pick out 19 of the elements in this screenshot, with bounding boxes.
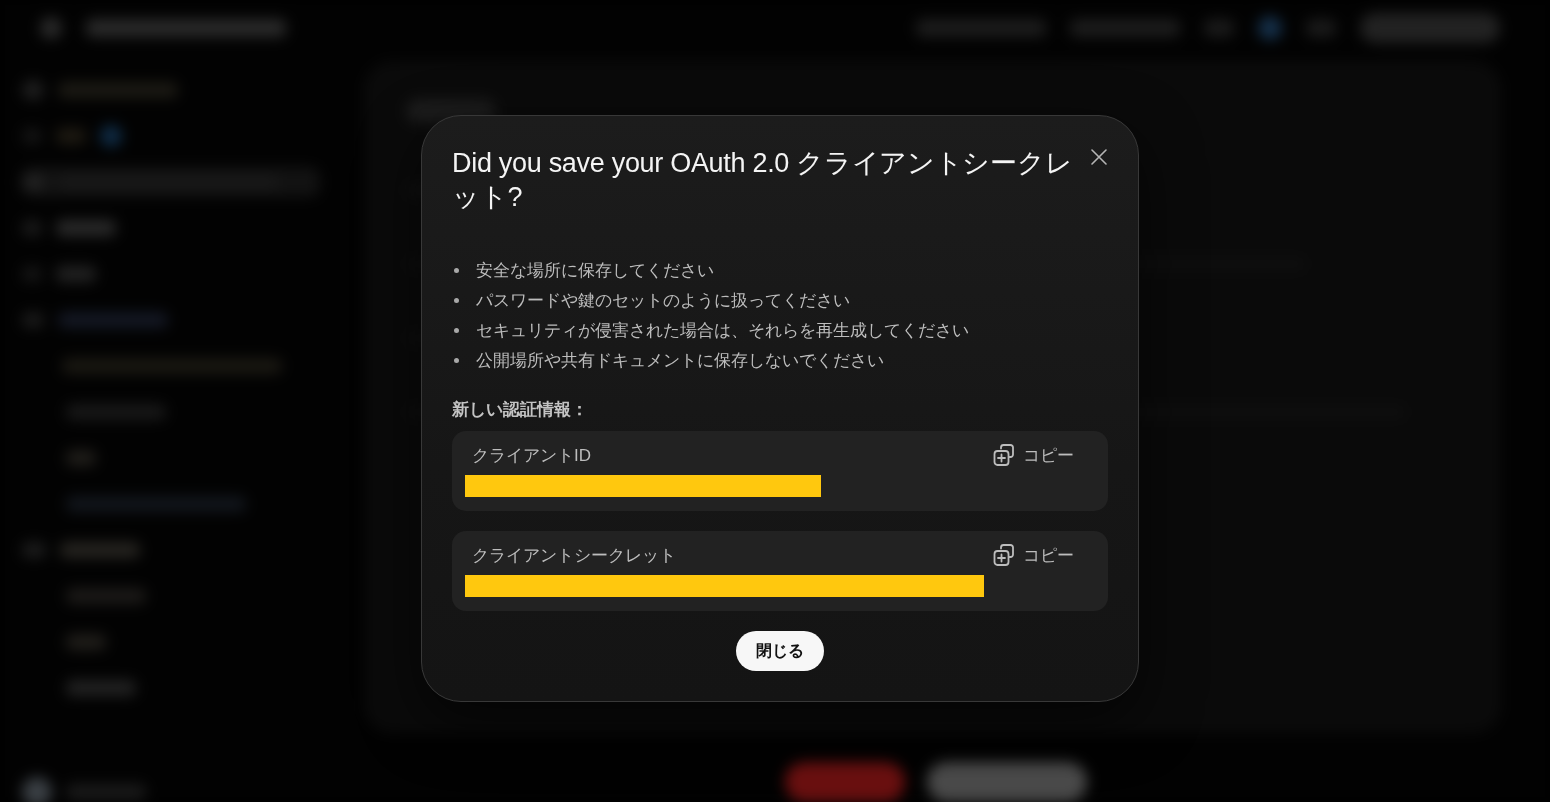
- close-button[interactable]: [1091, 149, 1107, 165]
- bullet-icon: [454, 327, 459, 333]
- credential-label: クライアントシークレット: [471, 544, 676, 567]
- bullet-icon: [454, 357, 459, 363]
- credentials-heading: 新しい認証情報：: [452, 399, 589, 421]
- tip-text: 公開場所や共有ドキュメントに保存しないでください: [476, 349, 884, 372]
- close-button[interactable]: 閉じる: [736, 631, 824, 671]
- bullet-icon: [454, 267, 459, 273]
- copy-button[interactable]: コピー: [993, 443, 1074, 467]
- credential-label: クライアントID: [471, 444, 591, 467]
- close-icon: [1091, 149, 1107, 165]
- dialog-title: Did you save your OAuth 2.0 クライアントシークレット?: [452, 147, 1074, 214]
- copy-button[interactable]: コピー: [993, 543, 1074, 567]
- bullet-icon: [454, 297, 459, 303]
- tip-text: 安全な場所に保存してください: [476, 259, 714, 282]
- copy-icon: [993, 544, 1015, 566]
- copy-icon: [993, 444, 1015, 466]
- tip-text: セキュリティが侵害された場合は、それらを再生成してください: [476, 319, 969, 342]
- tip-text: パスワードや鍵のセットのように扱ってください: [476, 289, 850, 312]
